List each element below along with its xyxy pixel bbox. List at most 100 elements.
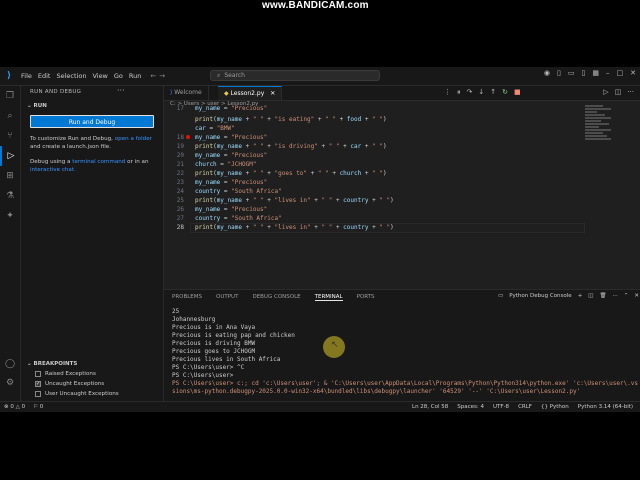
code-line[interactable]: 25 print(my_name + " " + "lives in" + " "… — [164, 196, 584, 205]
forward-arrow-icon[interactable]: → — [159, 72, 165, 80]
python-icon[interactable]: ✦ — [0, 206, 20, 226]
encoding[interactable]: UTF-8 — [493, 404, 509, 410]
line-number: 24 — [176, 188, 184, 195]
code-line[interactable]: 27 country = "South Africa" — [164, 214, 584, 223]
search-icon[interactable]: ⌕ — [0, 106, 20, 126]
tab-lesson2[interactable]: ◆ Lesson2.py ✕ — [218, 86, 283, 100]
manage-gear-icon[interactable]: ⚙ — [0, 378, 20, 388]
code-line[interactable]: 19 print(my_name + " " + "is driving" + "… — [164, 142, 584, 151]
line-ending[interactable]: CRLF — [518, 404, 532, 410]
code-editor[interactable]: 17 my_name = "Precious" print(my_name + " … — [164, 104, 585, 291]
terminal-command-link[interactable]: terminal command — [72, 159, 125, 165]
close-icon[interactable]: ✕ — [630, 69, 636, 77]
run-and-debug-sidebar: RUN AND DEBUG ··· ⌄ RUN Run and Debug To… — [21, 86, 164, 401]
tab-problems[interactable]: PROBLEMS — [172, 294, 202, 301]
layout-panel-icon[interactable]: ▭ — [568, 69, 575, 77]
open-folder-link[interactable]: open a folder — [115, 136, 152, 142]
code-line[interactable]: 22 print(my_name + " " + "goes to" + " " … — [164, 169, 584, 178]
panel-actions: ▭ Python Debug Console + ◫ 🗑 ··· ⌃ ✕ — [498, 293, 639, 299]
customize-layout-icon[interactable]: ▦ — [592, 69, 599, 77]
step-into-icon[interactable]: ↓ — [478, 88, 484, 97]
menu-view[interactable]: View — [89, 72, 110, 80]
split-editor-icon[interactable]: ◫ — [615, 88, 622, 96]
account-icon[interactable]: ◯ — [0, 359, 20, 369]
menu-file[interactable]: File — [18, 72, 35, 80]
code-line[interactable]: 28 print(my_name + " " + "lives in" + " "… — [164, 223, 585, 233]
checkbox-checked[interactable]: ✓ — [35, 381, 41, 387]
stop-icon[interactable]: ■ — [514, 88, 521, 97]
language-mode[interactable]: {} Python — [541, 404, 569, 410]
more-icon[interactable]: ··· — [627, 88, 634, 96]
search-input[interactable]: ⌕ Search — [210, 70, 380, 81]
run-file-icon[interactable]: ▷ — [603, 88, 608, 96]
close-tab-icon[interactable]: ✕ — [270, 90, 275, 97]
line-number: 18 — [176, 134, 184, 141]
code-line[interactable]: 18 my_name = "Precious" — [164, 133, 584, 142]
code-line[interactable]: 17 my_name = "Precious" — [164, 104, 584, 113]
tab-terminal[interactable]: TERMINAL — [314, 294, 343, 301]
breakpoint-uncaught-exceptions[interactable]: ✓ Uncaught Exceptions — [35, 381, 104, 387]
checkbox-unchecked[interactable] — [35, 391, 41, 397]
more-icon[interactable]: ··· — [612, 293, 617, 299]
terminal-output[interactable]: 25 Johannesburg Precious is in Ana Vaya Pre… — [172, 308, 638, 396]
terminal-session-label[interactable]: Python Debug Console — [509, 293, 571, 299]
layout-secondary-icon[interactable]: ▯ — [582, 69, 586, 77]
code-line[interactable]: 21 church = "JCHOGM" — [164, 160, 584, 169]
tab-ports[interactable]: PORTS — [357, 294, 375, 301]
python-interpreter[interactable]: Python 3.14 (64-bit) — [578, 404, 633, 410]
code-line[interactable]: 23 my_name = "Precious" — [164, 178, 584, 187]
interactive-chat-link[interactable]: interactive chat. — [30, 167, 76, 173]
code-line[interactable]: car = "BMW" — [164, 124, 584, 133]
step-over-icon[interactable]: ↷ — [467, 88, 473, 97]
restart-icon[interactable]: ↻ — [502, 88, 508, 97]
back-arrow-icon[interactable]: ← — [150, 72, 156, 80]
indentation[interactable]: Spaces: 4 — [457, 404, 484, 410]
terminal-line: Precious is in Ana Vaya — [172, 324, 256, 331]
tab-welcome[interactable]: ⟩ Welcome — [164, 86, 209, 100]
ports-status[interactable]: ⚐ 0 — [33, 404, 43, 410]
code-text: country = "South Africa" — [195, 215, 282, 222]
new-terminal-icon[interactable]: + — [578, 293, 583, 299]
close-panel-icon[interactable]: ✕ — [634, 293, 639, 299]
vscode-window: ⟩ File Edit Selection View Go Run ← → ⌕ … — [0, 67, 640, 412]
minimize-icon[interactable]: – — [606, 69, 610, 77]
breakpoint-label: Uncaught Exceptions — [45, 381, 105, 387]
breakpoint-raised-exceptions[interactable]: Raised Exceptions — [35, 371, 96, 377]
cursor-position[interactable]: Ln 28, Col 58 — [412, 404, 448, 410]
terminal-line: Precious lives in South Africa — [172, 356, 281, 363]
maximize-panel-icon[interactable]: ⌃ — [624, 293, 629, 299]
kill-terminal-icon[interactable]: 🗑 — [600, 293, 607, 299]
extensions-icon[interactable]: ⊞ — [0, 166, 20, 186]
problems-status[interactable]: ⊗ 0 △ 0 — [4, 404, 25, 410]
menu-edit[interactable]: Edit — [35, 72, 54, 80]
copilot-icon[interactable]: ◉ — [544, 69, 550, 77]
tab-debug-console[interactable]: DEBUG CONSOLE — [252, 294, 300, 301]
minimap[interactable] — [585, 105, 615, 145]
code-line[interactable]: 26 my_name = "Precious" — [164, 205, 584, 214]
menu-go[interactable]: Go — [111, 72, 126, 80]
run-section-header[interactable]: ⌄ RUN — [27, 103, 47, 109]
pause-icon[interactable]: ⏸ — [457, 88, 461, 97]
breakpoint-dot-icon[interactable] — [186, 135, 190, 139]
breakpoint-user-uncaught-exceptions[interactable]: User Uncaught Exceptions — [35, 391, 119, 397]
menu-run[interactable]: Run — [126, 72, 144, 80]
explorer-icon[interactable]: ❐ — [0, 86, 20, 106]
testing-icon[interactable]: ⚗ — [0, 186, 20, 206]
tab-output[interactable]: OUTPUT — [216, 294, 238, 301]
maximize-icon[interactable]: □ — [617, 69, 624, 77]
code-line[interactable]: 24 country = "South Africa" — [164, 187, 584, 196]
code-text: print(my_name + " " + "is eating" + " " … — [195, 116, 387, 123]
code-line[interactable]: print(my_name + " " + "is eating" + " " … — [164, 115, 584, 124]
step-out-icon[interactable]: ↑ — [490, 88, 496, 97]
checkbox-unchecked[interactable] — [35, 371, 41, 377]
menu-selection[interactable]: Selection — [53, 72, 89, 80]
code-line[interactable]: 20 my_name = "Precious" — [164, 151, 584, 160]
layout-sidebar-icon[interactable]: ▯ — [557, 69, 561, 77]
run-debug-icon[interactable]: ▷ — [0, 146, 20, 166]
split-terminal-icon[interactable]: ◫ — [588, 293, 593, 299]
more-actions-icon[interactable]: ··· — [117, 86, 125, 95]
run-and-debug-button[interactable]: Run and Debug — [30, 115, 154, 128]
breakpoints-header[interactable]: ⌄ BREAKPOINTS — [27, 361, 77, 367]
source-control-icon[interactable]: ⑂ — [0, 126, 20, 146]
drag-handle-icon[interactable]: ⋮ — [444, 88, 451, 97]
